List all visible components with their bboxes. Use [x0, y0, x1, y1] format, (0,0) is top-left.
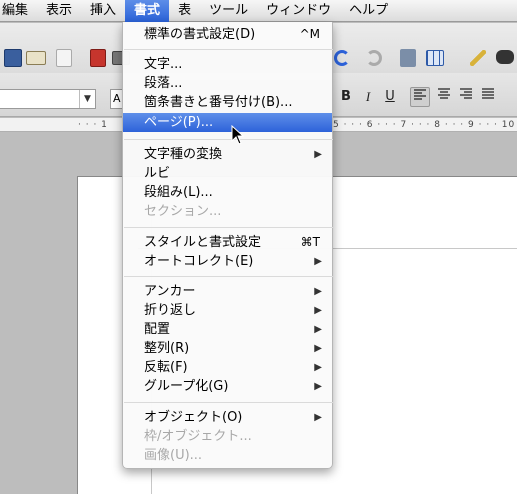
align-left-button[interactable]	[410, 87, 430, 107]
ruler-left-ticks: · · · 1	[78, 120, 108, 130]
menu-format[interactable]: 書式	[125, 0, 170, 22]
menu-item-anchor[interactable]: アンカー ▶	[123, 282, 332, 301]
email-icon[interactable]	[26, 51, 46, 65]
menu-item-change-case[interactable]: 文字種の変換 ▶	[123, 145, 332, 164]
ruler-right-ticks: 5 · · · 6 · · · 7 · · · 8 · · · 9 · · · …	[333, 120, 516, 130]
align-left-icon	[414, 89, 426, 100]
export-pdf-icon[interactable]	[90, 49, 106, 67]
menu-separator	[124, 227, 333, 228]
menu-item-autocorrect[interactable]: オートコレクト(E) ▶	[123, 252, 332, 271]
italic-button[interactable]: I	[358, 87, 378, 107]
menu-item-label: オートコレクト(E)	[144, 254, 254, 269]
menu-item-label: 配置	[144, 322, 171, 337]
menu-table[interactable]: 表	[169, 0, 200, 22]
menu-help[interactable]: ヘルプ	[340, 0, 397, 22]
menu-item-bullets-numbering[interactable]: 箇条書きと番号付け(B)...	[123, 93, 332, 112]
submenu-arrow-icon: ▶	[314, 286, 322, 297]
format-menu: 標準の書式設定(D) ^M 文字... 段落... 箇条書きと番号付け(B)..…	[122, 22, 333, 469]
shortcut-label: ⌘T	[300, 235, 320, 249]
shortcut-label: ^M	[299, 27, 320, 41]
mouse-pointer-icon	[231, 125, 245, 145]
menu-item-flip[interactable]: 反転(F) ▶	[123, 358, 332, 377]
menu-view[interactable]: 表示	[37, 0, 81, 22]
menu-item-label: 整列(R)	[144, 341, 190, 356]
menu-item-label: グループ化(G)	[144, 379, 229, 394]
menu-separator	[124, 139, 333, 140]
menu-item-page[interactable]: ページ(P)...	[123, 113, 332, 132]
menu-tools[interactable]: ツール	[200, 0, 257, 22]
align-center-icon	[438, 88, 450, 99]
edit-file-icon[interactable]	[56, 49, 72, 67]
submenu-arrow-icon: ▶	[314, 149, 322, 160]
menu-item-paragraph[interactable]: 段落...	[123, 74, 332, 93]
table-icon[interactable]	[426, 50, 444, 66]
menu-item-object[interactable]: オブジェクト(O) ▶	[123, 408, 332, 427]
submenu-arrow-icon: ▶	[314, 412, 322, 423]
find-icon[interactable]	[496, 50, 514, 64]
justify-button[interactable]	[478, 87, 498, 107]
menu-separator	[124, 276, 333, 277]
hyperlink-icon[interactable]	[400, 49, 416, 67]
align-right-icon	[460, 88, 472, 99]
menu-item-label: 折り返し	[144, 303, 197, 318]
menu-item-group[interactable]: グループ化(G) ▶	[123, 377, 332, 396]
menu-item-label: オブジェクト(O)	[144, 410, 243, 425]
menu-item-sections: セクション...	[144, 204, 222, 219]
menu-item-frame-object: 枠/オブジェクト...	[144, 429, 252, 444]
undo-icon[interactable]	[334, 50, 350, 66]
menu-item-character[interactable]: 文字...	[123, 55, 332, 74]
submenu-arrow-icon: ▶	[314, 381, 322, 392]
submenu-arrow-icon: ▶	[314, 256, 322, 267]
justify-icon	[482, 88, 494, 99]
menu-item-label: スタイルと書式設定	[144, 235, 262, 250]
align-right-button[interactable]	[456, 87, 476, 107]
menu-edit[interactable]: 編集	[0, 0, 37, 22]
submenu-arrow-icon: ▶	[314, 343, 322, 354]
menu-bar: 編集 表示 挿入 書式 表 ツール ウィンドウ ヘルプ	[0, 0, 517, 22]
menu-item-arrange[interactable]: 配置 ▶	[123, 320, 332, 339]
underline-button[interactable]: U	[380, 87, 400, 107]
menu-item-ruby[interactable]: ルビ	[123, 164, 332, 183]
submenu-arrow-icon: ▶	[314, 324, 322, 335]
menu-insert[interactable]: 挿入	[81, 0, 125, 22]
chevron-down-icon[interactable]: ▼	[79, 90, 95, 108]
bold-button[interactable]: B	[336, 87, 356, 107]
align-center-button[interactable]	[434, 87, 454, 107]
font-name-combo[interactable]: ▼	[0, 89, 96, 109]
menu-item-align[interactable]: 整列(R) ▶	[123, 339, 332, 358]
menu-window[interactable]: ウィンドウ	[257, 0, 340, 22]
menu-item-label: 反転(F)	[144, 360, 188, 375]
menu-item-wrap[interactable]: 折り返し ▶	[123, 301, 332, 320]
redo-icon[interactable]	[366, 50, 382, 66]
menu-item-label: アンカー	[144, 284, 196, 299]
submenu-arrow-icon: ▶	[314, 305, 322, 316]
menu-item-label: 文字種の変換	[144, 147, 223, 162]
menu-item-label: 標準の書式設定(D)	[144, 27, 256, 42]
menu-separator	[124, 402, 333, 403]
submenu-arrow-icon: ▶	[314, 362, 322, 373]
menu-item-styles-formatting[interactable]: スタイルと書式設定 ⌘T	[123, 233, 332, 252]
menu-item-columns[interactable]: 段組み(L)...	[123, 183, 332, 202]
menu-item-default-formatting[interactable]: 標準の書式設定(D) ^M	[123, 25, 332, 44]
menu-separator	[124, 49, 333, 50]
save-icon[interactable]	[4, 49, 22, 67]
draw-icon[interactable]	[470, 50, 486, 66]
menu-item-image: 画像(U)...	[144, 448, 203, 463]
